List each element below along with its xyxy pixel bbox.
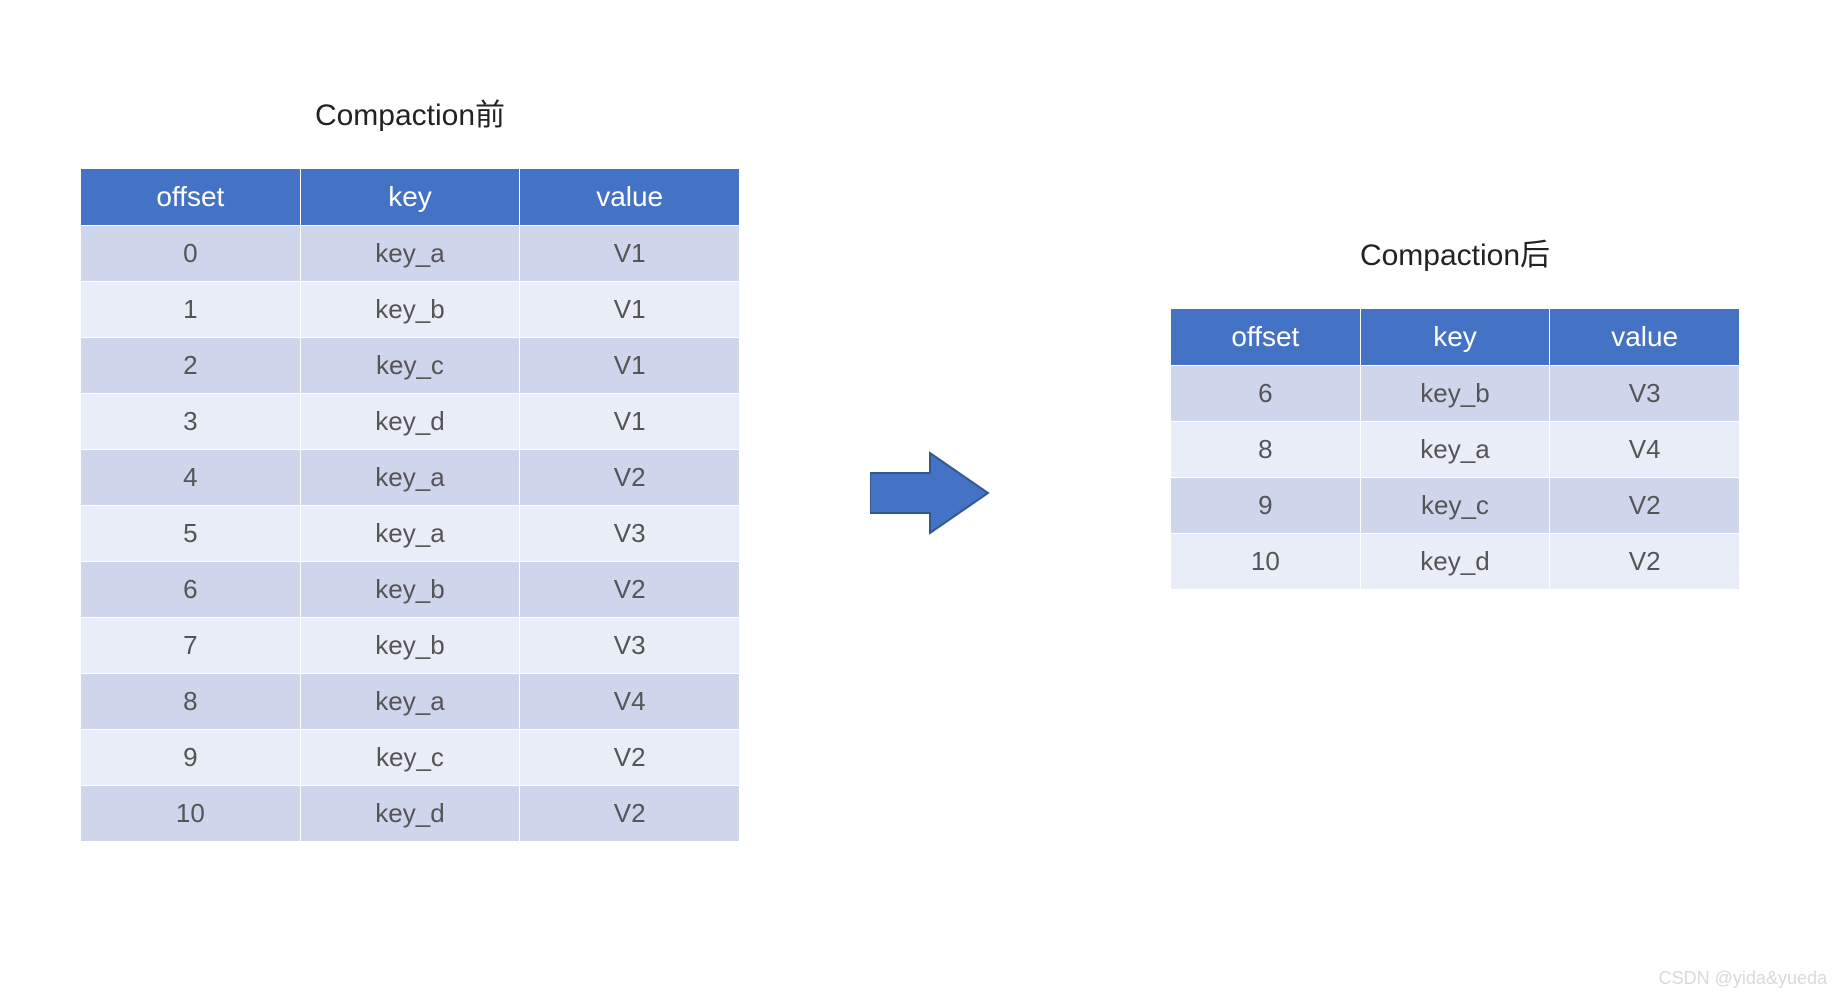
before-header-value: value: [520, 169, 740, 226]
after-title: Compaction后: [1170, 230, 1740, 274]
cell-value: V2: [520, 786, 740, 842]
table-row: 8 key_a V4: [1171, 422, 1740, 478]
cell-key: key_b: [300, 618, 520, 674]
cell-key: key_d: [300, 394, 520, 450]
cell-key: key_d: [300, 786, 520, 842]
cell-value: V4: [1550, 422, 1740, 478]
cell-value: V1: [520, 282, 740, 338]
cell-key: key_c: [300, 730, 520, 786]
arrow-shape: [870, 453, 988, 533]
cell-key: key_b: [300, 282, 520, 338]
cell-value: V4: [520, 674, 740, 730]
cell-offset: 3: [81, 394, 301, 450]
table-row: 5 key_a V3: [81, 506, 740, 562]
cell-offset: 6: [1171, 366, 1361, 422]
cell-offset: 8: [1171, 422, 1361, 478]
table-row: 3 key_d V1: [81, 394, 740, 450]
cell-offset: 6: [81, 562, 301, 618]
after-block: Compaction后 offset key value 6 key_b V3 …: [1170, 230, 1740, 590]
cell-offset: 8: [81, 674, 301, 730]
cell-key: key_a: [300, 226, 520, 282]
cell-value: V3: [1550, 366, 1740, 422]
cell-key: key_a: [300, 450, 520, 506]
table-row: 9 key_c V2: [81, 730, 740, 786]
cell-offset: 2: [81, 338, 301, 394]
cell-key: key_a: [1360, 422, 1550, 478]
cell-offset: 4: [81, 450, 301, 506]
cell-value: V2: [520, 730, 740, 786]
cell-key: key_a: [300, 506, 520, 562]
after-header-value: value: [1550, 309, 1740, 366]
diagram-stage: Compaction前 offset key value 0 key_a V1 …: [0, 0, 1845, 999]
before-block: Compaction前 offset key value 0 key_a V1 …: [80, 90, 740, 842]
cell-value: V2: [1550, 478, 1740, 534]
cell-offset: 5: [81, 506, 301, 562]
cell-value: V1: [520, 338, 740, 394]
cell-key: key_b: [300, 562, 520, 618]
before-header-key: key: [300, 169, 520, 226]
before-header-offset: offset: [81, 169, 301, 226]
cell-offset: 7: [81, 618, 301, 674]
table-row: 4 key_a V2: [81, 450, 740, 506]
before-header-row: offset key value: [81, 169, 740, 226]
table-row: 6 key_b V2: [81, 562, 740, 618]
cell-value: V1: [520, 394, 740, 450]
table-row: 9 key_c V2: [1171, 478, 1740, 534]
cell-key: key_d: [1360, 534, 1550, 590]
after-header-key: key: [1360, 309, 1550, 366]
after-table: offset key value 6 key_b V3 8 key_a V4 9: [1170, 308, 1740, 590]
cell-value: V3: [520, 506, 740, 562]
cell-offset: 1: [81, 282, 301, 338]
cell-value: V2: [520, 450, 740, 506]
table-row: 1 key_b V1: [81, 282, 740, 338]
cell-offset: 10: [1171, 534, 1361, 590]
table-row: 2 key_c V1: [81, 338, 740, 394]
cell-offset: 9: [1171, 478, 1361, 534]
cell-offset: 0: [81, 226, 301, 282]
table-row: 8 key_a V4: [81, 674, 740, 730]
cell-key: key_a: [300, 674, 520, 730]
cell-value: V2: [520, 562, 740, 618]
table-row: 10 key_d V2: [81, 786, 740, 842]
arrow-icon: [870, 448, 990, 538]
cell-offset: 10: [81, 786, 301, 842]
table-row: 10 key_d V2: [1171, 534, 1740, 590]
cell-offset: 9: [81, 730, 301, 786]
before-title: Compaction前: [80, 90, 740, 134]
after-header-row: offset key value: [1171, 309, 1740, 366]
cell-value: V2: [1550, 534, 1740, 590]
after-header-offset: offset: [1171, 309, 1361, 366]
cell-key: key_b: [1360, 366, 1550, 422]
cell-key: key_c: [1360, 478, 1550, 534]
cell-value: V3: [520, 618, 740, 674]
cell-key: key_c: [300, 338, 520, 394]
cell-value: V1: [520, 226, 740, 282]
table-row: 6 key_b V3: [1171, 366, 1740, 422]
before-table: offset key value 0 key_a V1 1 key_b V1 2: [80, 168, 740, 842]
watermark-text: CSDN @yida&yueda: [1659, 968, 1827, 989]
table-row: 7 key_b V3: [81, 618, 740, 674]
table-row: 0 key_a V1: [81, 226, 740, 282]
